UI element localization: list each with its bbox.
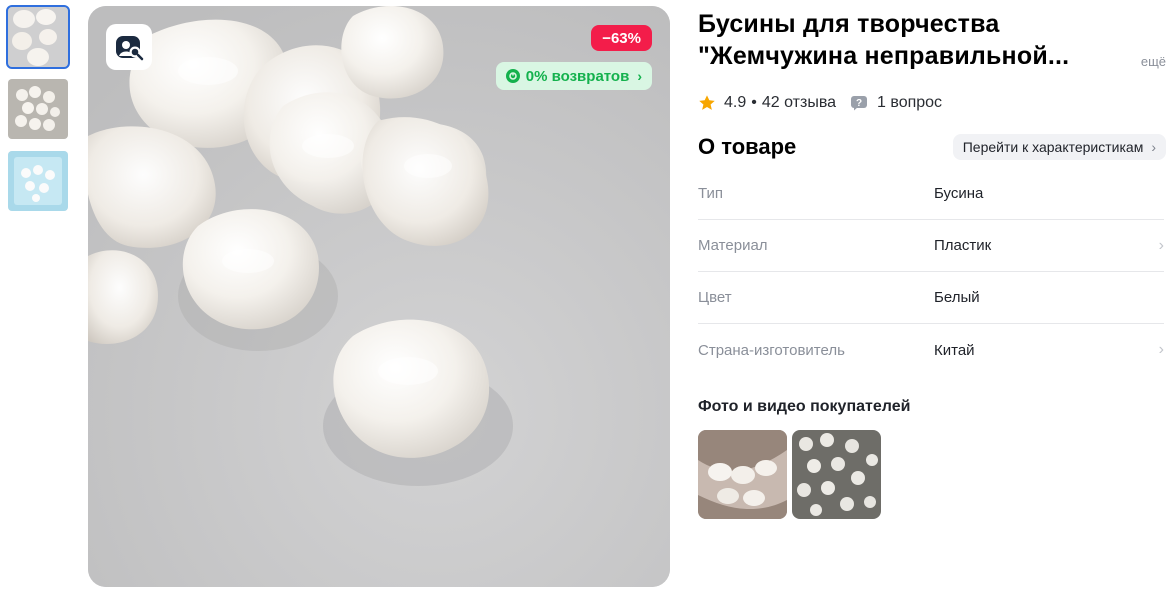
questions-link[interactable]: 1 вопрос — [877, 94, 942, 112]
product-title-line-2: "Жемчужина неправильной... — [698, 42, 1070, 70]
thumbnail-1[interactable] — [6, 5, 70, 69]
chevron-right-icon: › — [637, 68, 642, 84]
about-title: О товаре — [698, 134, 797, 159]
pearls-photo — [792, 430, 881, 519]
chevron-right-icon: › — [1158, 341, 1164, 358]
title-more-link[interactable]: ещё — [1141, 54, 1166, 69]
rating-row: 4.9 • 42 отзыва ? 1 вопрос — [698, 94, 1166, 112]
question-icon: ? — [851, 96, 868, 111]
spec-value: Белый — [934, 289, 980, 306]
returns-label: 0% возвратов — [525, 67, 630, 85]
ugc-photo-1[interactable] — [698, 430, 787, 519]
thumbnail-3[interactable] — [8, 151, 68, 211]
main-product-image[interactable]: −63% 0% возвратов › — [88, 6, 670, 587]
rating-separator: • — [751, 94, 757, 111]
ugc-list — [698, 430, 1166, 519]
ugc-photo-2[interactable] — [792, 430, 881, 519]
spec-row-color: Цвет Белый — [698, 272, 1164, 324]
returns-badge[interactable]: 0% возвратов › — [495, 62, 652, 90]
specs-list: Тип Бусина Материал Пластик › Цвет Белый… — [698, 168, 1164, 376]
spec-row-country[interactable]: Страна-изготовитель Китай › — [698, 324, 1164, 376]
spec-value: Пластик — [934, 237, 992, 254]
spec-value: Китай — [934, 341, 975, 359]
thumbnail-strip — [6, 5, 72, 223]
photo-search-icon — [116, 36, 144, 61]
about-header: О товаре Перейти к характеристикам › — [698, 134, 1166, 160]
ugc-title: Фото и видео покупателей — [698, 398, 911, 415]
chevron-right-icon: › — [1151, 139, 1156, 155]
discount-badge: −63% — [591, 25, 652, 51]
discount-label: −63% — [602, 29, 641, 47]
reviews-link[interactable]: 42 отзыва — [762, 94, 836, 112]
pearls-photo — [88, 6, 670, 587]
spec-key: Материал — [698, 237, 768, 254]
chevron-right-icon: › — [1158, 236, 1164, 254]
spec-row-material[interactable]: Материал Пластик › — [698, 220, 1164, 272]
thumbnail-2-image — [8, 79, 68, 139]
product-page: −63% 0% возвратов › Бусины для творчеств… — [0, 0, 1176, 599]
product-info: Бусины для творчества "Жемчужина неправи… — [698, 8, 1166, 519]
returns-icon — [505, 69, 520, 83]
thumbnail-1-image — [8, 7, 68, 67]
product-title-line-1: Бусины для творчества — [698, 10, 1000, 38]
thumbnail-2[interactable] — [8, 79, 68, 139]
thumbnail-3-image — [8, 151, 68, 211]
photo-search-button[interactable] — [106, 24, 152, 70]
spec-key: Тип — [698, 185, 724, 202]
svg-text:?: ? — [856, 98, 862, 109]
rating-value: 4.9 — [724, 94, 747, 111]
product-title: Бусины для творчества "Жемчужина неправи… — [698, 8, 1098, 72]
star-icon — [699, 95, 715, 110]
spec-row-type: Тип Бусина — [698, 168, 1164, 220]
to-specs-button[interactable]: Перейти к характеристикам › — [952, 134, 1166, 160]
spec-value: Бусина — [934, 185, 984, 202]
bracelet-photo — [698, 430, 787, 519]
spec-key: Цвет — [698, 289, 732, 306]
spec-key: Страна-изготовитель — [698, 341, 845, 359]
to-specs-label: Перейти к характеристикам — [962, 139, 1144, 155]
